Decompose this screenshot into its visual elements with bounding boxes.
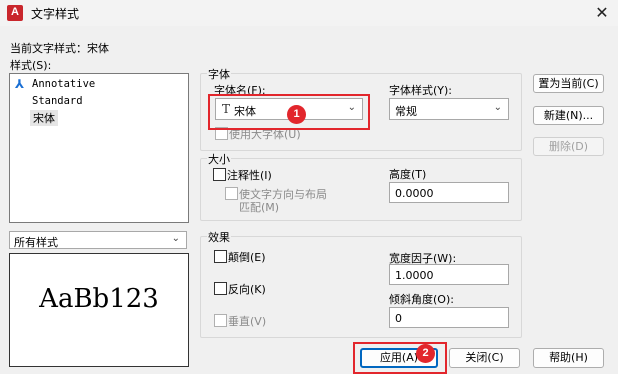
font-style-label: 字体样式(Y): bbox=[389, 84, 453, 97]
vertical-checkbox[interactable] bbox=[214, 314, 227, 327]
oblique-angle-value: 0 bbox=[395, 312, 402, 325]
styles-label: 样式(S): bbox=[10, 59, 52, 72]
backwards-label: 反向(K) bbox=[228, 283, 266, 296]
current-style-value: 宋体 bbox=[87, 42, 109, 55]
help-button[interactable]: 帮助(H) bbox=[533, 348, 604, 368]
style-item-songti[interactable]: 宋体 bbox=[30, 110, 58, 126]
oblique-angle-input[interactable]: 0 bbox=[389, 307, 509, 328]
height-input[interactable]: 0.0000 bbox=[389, 182, 509, 203]
match-orientation-checkbox[interactable] bbox=[225, 187, 238, 200]
height-value: 0.0000 bbox=[395, 187, 434, 200]
height-label: 高度(T) bbox=[389, 168, 427, 181]
autocad-app-icon: A bbox=[7, 5, 23, 21]
width-factor-value: 1.0000 bbox=[395, 269, 434, 282]
set-current-button[interactable]: 置为当前(C) bbox=[533, 74, 604, 93]
backwards-checkbox[interactable] bbox=[214, 282, 227, 295]
font-style-value: 常规 bbox=[395, 105, 417, 118]
styles-list[interactable]: ⅄ Annotative Standard 宋体 bbox=[9, 73, 189, 223]
current-style-label: 当前文字样式：宋体 bbox=[10, 42, 109, 55]
annotative-label: 注释性(I) bbox=[227, 169, 272, 182]
annotative-checkbox[interactable] bbox=[213, 168, 226, 181]
window-title: 文字样式 bbox=[31, 7, 80, 21]
size-group-label: 大小 bbox=[207, 151, 231, 167]
title-bar bbox=[0, 0, 618, 26]
step-badge-1: 1 bbox=[287, 105, 306, 124]
font-style-dropdown[interactable]: 常规 ⌄ bbox=[389, 98, 509, 120]
close-icon[interactable]: ✕ bbox=[592, 3, 612, 23]
effects-group-label: 效果 bbox=[207, 229, 231, 245]
delete-style-button[interactable]: 删除(D) bbox=[533, 137, 604, 156]
upside-down-label: 颠倒(E) bbox=[228, 251, 266, 264]
upside-down-checkbox[interactable] bbox=[214, 250, 227, 263]
preview-text: AaBb123 bbox=[39, 284, 159, 314]
close-button[interactable]: 关闭(C) bbox=[449, 348, 520, 368]
chevron-down-icon: ⌄ bbox=[493, 102, 502, 113]
style-filter-value: 所有样式 bbox=[14, 236, 58, 249]
width-factor-input[interactable]: 1.0000 bbox=[389, 264, 509, 285]
vertical-label: 垂直(V) bbox=[228, 315, 267, 328]
annotative-icon: ⅄ bbox=[15, 77, 25, 91]
match-orientation-label-2: 匹配(M) bbox=[239, 201, 280, 214]
style-item-standard[interactable]: Standard bbox=[32, 95, 83, 107]
style-filter-dropdown[interactable]: 所有样式 ⌄ bbox=[9, 231, 187, 249]
font-group-label: 字体 bbox=[207, 66, 231, 82]
new-style-button[interactable]: 新建(N)... bbox=[533, 106, 604, 125]
step-badge-2: 2 bbox=[416, 344, 435, 363]
chevron-down-icon: ⌄ bbox=[171, 233, 180, 244]
oblique-angle-label: 倾斜角度(O): bbox=[389, 293, 454, 306]
preview-panel: AaBb123 bbox=[9, 253, 189, 367]
